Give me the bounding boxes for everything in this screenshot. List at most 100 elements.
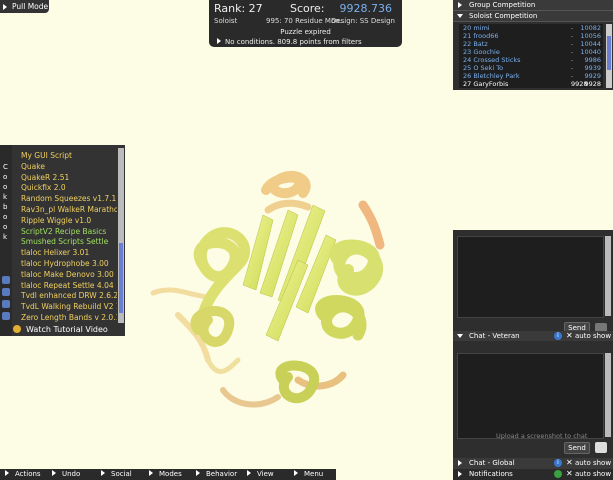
behavior-menu[interactable]: Behavior [196, 470, 237, 478]
cookbook-tab-letter: o [3, 173, 8, 181]
cookbook-tab-letter: k [3, 233, 8, 241]
recipe-item[interactable]: Tvdl enhanced DRW 2.6.2 [21, 291, 117, 300]
chat-global-header[interactable]: Chat - Global i ✕ auto show [453, 458, 613, 469]
score-panel: Rank: 27 Score: 9928.736 Soloist 995: 70… [209, 0, 402, 47]
main-menu[interactable]: Menu [294, 470, 323, 478]
cookbook-tab-letter: C [3, 163, 8, 171]
modes-menu[interactable]: Modes [149, 470, 182, 478]
menu-label: Menu [304, 470, 324, 478]
competition-row[interactable]: 26 Bletchley Park - 9929 [459, 72, 603, 80]
conditions-toggle[interactable]: No conditions. 809.8 points from filters [217, 38, 362, 46]
chat-veteran-header[interactable]: Chat - Veteran i ✕ auto show [453, 331, 613, 341]
chat-scrollbar[interactable] [605, 353, 611, 437]
undo-label: Undo [62, 470, 81, 478]
chat-scrollbar[interactable] [605, 236, 611, 316]
competitor-name: 26 Bletchley Park [463, 72, 520, 80]
close-icon[interactable]: ✕ [566, 469, 573, 478]
recipe-item[interactable]: Zero Length Bands v 2.0.1 [21, 313, 117, 322]
recipe-item[interactable]: ScriptV2 Recipe Basics [21, 227, 106, 236]
chat-log[interactable] [457, 236, 604, 318]
recipe-item[interactable]: TvdL Walking Rebuild V2 1. [21, 302, 117, 311]
info-icon[interactable]: i [554, 459, 562, 467]
recipe-item[interactable]: Rav3n_pl WalkeR MarathoN [21, 205, 117, 214]
notifications-title: Notifications [469, 470, 513, 478]
clock-icon[interactable] [595, 442, 607, 453]
cookbook-scrollbar[interactable] [118, 148, 124, 323]
recipe-item[interactable]: QuakeR 2.51 [21, 173, 69, 182]
cookbook-panel: Cookbook My GUI Script Quake QuakeR 2.51 Qu… [0, 145, 125, 336]
competitor-name: 27 GaryForbis [463, 80, 509, 88]
competition-row[interactable]: 22 Batz -10044 [459, 40, 603, 48]
social-menu[interactable]: Social [101, 470, 132, 478]
play-icon [3, 4, 7, 10]
social-label: Social [111, 470, 132, 478]
pull-mode-button[interactable]: Pull Mode [0, 0, 49, 13]
smiley-icon [13, 325, 21, 333]
auto-show-label[interactable]: auto show [575, 332, 611, 340]
soloist-competition-label: Soloist Competition [469, 12, 538, 20]
scroll-thumb[interactable] [119, 243, 123, 313]
recipe-item[interactable]: tlaloc Make Denovo 3.00 [21, 270, 114, 279]
scroll-thumb[interactable] [607, 36, 611, 70]
recipe-item[interactable]: Quickfix 2.0 [21, 183, 66, 192]
competition-panel: Group Competition Soloist Competition 20… [453, 0, 613, 90]
competitor-delta: - [571, 56, 574, 64]
send-button[interactable]: Send [564, 442, 590, 454]
recipe-item[interactable]: My GUI Script [21, 151, 72, 160]
close-icon[interactable]: ✕ [566, 458, 573, 467]
undo-menu[interactable]: Undo [52, 470, 80, 478]
auto-show-label[interactable]: auto show [575, 459, 611, 467]
competition-row[interactable]: 27 GaryForbis 9928 9928 [459, 80, 603, 88]
chat-veteran-title: Chat - Veteran [469, 332, 520, 340]
competition-row[interactable]: 25 O Seki To - 9939 [459, 64, 603, 72]
competitor-delta: - [571, 64, 574, 72]
competitor-name: 22 Batz [463, 40, 488, 48]
cookbook-tab-letter: o [3, 223, 8, 231]
recipe-item[interactable]: Ripple Wiggle v1.0 [21, 216, 91, 225]
notifications-bar[interactable]: Notifications ✕ auto show [453, 469, 613, 480]
chat-panel-top: Send Chat - Veteran i ✕ auto show [453, 230, 613, 341]
competition-row[interactable]: 23 Goochie -10040 [459, 48, 603, 56]
mode-text: Soloist [214, 17, 238, 25]
actions-menu[interactable]: Actions [5, 470, 41, 478]
competition-scrollbar[interactable] [606, 24, 612, 88]
watch-tutorial-button[interactable]: Watch Tutorial Video [13, 325, 108, 334]
edit-recipe-icon[interactable] [2, 300, 10, 308]
competition-row[interactable]: 20 mimi -10082 [459, 24, 603, 32]
cookbook-tab-letter: b [3, 203, 8, 211]
chat-global-bar[interactable]: Chat - Global i ✕ auto show [453, 458, 613, 469]
competitor-delta: - [571, 24, 574, 32]
recipe-item[interactable]: tlaloc Helixer 3.01 [21, 248, 89, 257]
group-competition-header[interactable]: Group Competition [453, 0, 613, 11]
competitor-score: 9986 [584, 56, 601, 64]
pull-mode-label: Pull Mode [12, 2, 49, 11]
cookbook-list[interactable]: My GUI Script Quake QuakeR 2.51 Quickfix 2.… [13, 148, 117, 323]
recipe-item[interactable]: Random Squeezes v1.7.1 [21, 194, 116, 203]
expand-icon [458, 471, 462, 477]
upload-screenshot-hint: Upload a screenshot to chat [496, 432, 588, 440]
modes-label: Modes [159, 470, 182, 478]
competition-row[interactable]: 21 frood66 -10056 [459, 32, 603, 40]
recipe-item[interactable]: tlaloc Hydrophobe 3.00 [21, 259, 109, 268]
competitor-score: 9928 [584, 80, 601, 88]
competitor-name: 20 mimi [463, 24, 490, 32]
competition-row[interactable]: 24 Crossed Sticks - 9986 [459, 56, 603, 64]
notifications-header[interactable]: Notifications ✕ auto show [453, 469, 613, 480]
competitor-score: 10044 [580, 40, 601, 48]
recipe-item[interactable]: tlaloc Repeat Settle 4.04 [21, 281, 114, 290]
recipe-item[interactable]: Quake [21, 162, 45, 171]
competitor-score: 9939 [584, 64, 601, 72]
chat-log[interactable] [457, 353, 604, 439]
view-menu[interactable]: View [247, 470, 274, 478]
recipe-item[interactable]: Smushed Scripts Settle [21, 237, 108, 246]
info-icon[interactable]: i [554, 332, 562, 340]
auto-show-label[interactable]: auto show [575, 470, 611, 478]
folder-icon[interactable] [2, 312, 10, 320]
recipe-tool-icon[interactable] [2, 276, 10, 284]
cookbook-tab-letter: k [3, 193, 8, 201]
competition-list[interactable]: 20 mimi -10082 21 frood66-10056 22 Batz -100… [459, 24, 603, 88]
close-icon[interactable]: ✕ [566, 331, 573, 340]
protein-viewport[interactable] [148, 165, 408, 415]
soloist-competition-header[interactable]: Soloist Competition [453, 11, 613, 22]
add-recipe-icon[interactable] [2, 288, 10, 296]
